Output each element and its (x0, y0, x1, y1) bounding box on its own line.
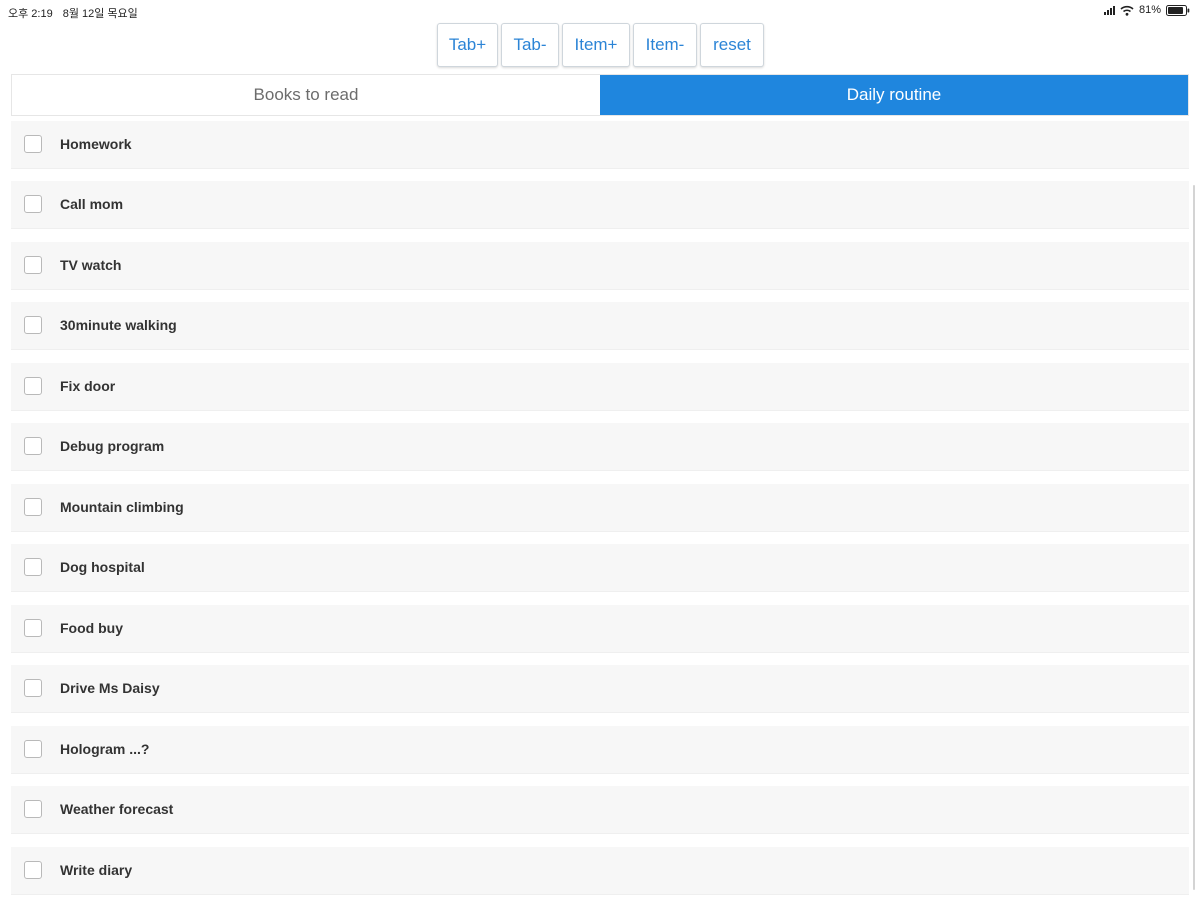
item-checkbox[interactable] (24, 800, 42, 818)
item-checkbox[interactable] (24, 619, 42, 637)
battery-icon (1166, 4, 1190, 16)
status-time: 오후 2:19 (8, 8, 53, 20)
item-label: Mountain climbing (60, 499, 184, 515)
item-label: Debug program (60, 438, 165, 454)
item-label: Call mom (60, 196, 124, 212)
status-right: 81% (1103, 4, 1190, 16)
cellular-signal-icon (1103, 5, 1115, 15)
list-item[interactable]: Write diary (11, 847, 1189, 895)
list-item[interactable]: Dog hospital (11, 544, 1189, 592)
item-label: Fix door (60, 378, 116, 394)
item-label: TV watch (60, 257, 122, 273)
reset-button[interactable]: reset (700, 23, 764, 67)
remove-item-button[interactable]: Item- (633, 23, 697, 67)
tab-daily-routine[interactable]: Daily routine (600, 75, 1188, 115)
item-label: 30minute walking (60, 317, 177, 333)
item-checkbox[interactable] (24, 316, 42, 334)
battery-percent: 81% (1138, 4, 1161, 16)
item-checkbox[interactable] (24, 740, 42, 758)
item-checkbox[interactable] (24, 256, 42, 274)
list-item[interactable]: TV watch (11, 242, 1189, 290)
item-label: Write diary (60, 862, 133, 878)
item-label: Food buy (60, 620, 123, 636)
item-checkbox[interactable] (24, 135, 42, 153)
item-checkbox[interactable] (24, 861, 42, 879)
list-item[interactable]: Debug program (11, 423, 1189, 471)
list-item[interactable]: Weather forecast (11, 786, 1189, 834)
item-label: Drive Ms Daisy (60, 680, 160, 696)
list-item[interactable]: Hologram ...? (11, 726, 1189, 774)
item-label: Dog hospital (60, 559, 145, 575)
status-bar: 오후 2:19 8월 12일 목요일 81% (0, 0, 1200, 22)
add-item-button[interactable]: Item+ (562, 23, 630, 67)
list-item[interactable]: Food buy (11, 605, 1189, 653)
item-label: Homework (60, 136, 132, 152)
list-item[interactable]: Call mom (11, 181, 1189, 229)
list-item[interactable]: 30minute walking (11, 302, 1189, 350)
item-checkbox[interactable] (24, 437, 42, 455)
status-date: 8월 12일 목요일 (62, 8, 138, 20)
list-item[interactable]: Homework (11, 121, 1189, 169)
status-left: 오후 2:19 8월 12일 목요일 (8, 5, 138, 21)
list-scrollbar[interactable] (1193, 185, 1195, 890)
remove-tab-button[interactable]: Tab- (501, 23, 559, 67)
list-item[interactable]: Drive Ms Daisy (11, 665, 1189, 713)
item-checkbox[interactable] (24, 377, 42, 395)
item-checkbox[interactable] (24, 195, 42, 213)
wifi-icon (1120, 5, 1134, 16)
item-checkbox[interactable] (24, 558, 42, 576)
tab-bar: Books to read Daily routine (11, 74, 1189, 116)
list-item[interactable]: Mountain climbing (11, 484, 1189, 532)
item-checkbox[interactable] (24, 498, 42, 516)
add-tab-button[interactable]: Tab+ (437, 23, 498, 67)
item-label: Hologram ...? (60, 741, 150, 757)
item-label: Weather forecast (60, 801, 174, 817)
item-checkbox[interactable] (24, 679, 42, 697)
tab-books-to-read[interactable]: Books to read (12, 75, 600, 115)
list-item[interactable]: Fix door (11, 363, 1189, 411)
toolbar: Tab+ Tab- Item+ Item- reset (437, 23, 764, 67)
